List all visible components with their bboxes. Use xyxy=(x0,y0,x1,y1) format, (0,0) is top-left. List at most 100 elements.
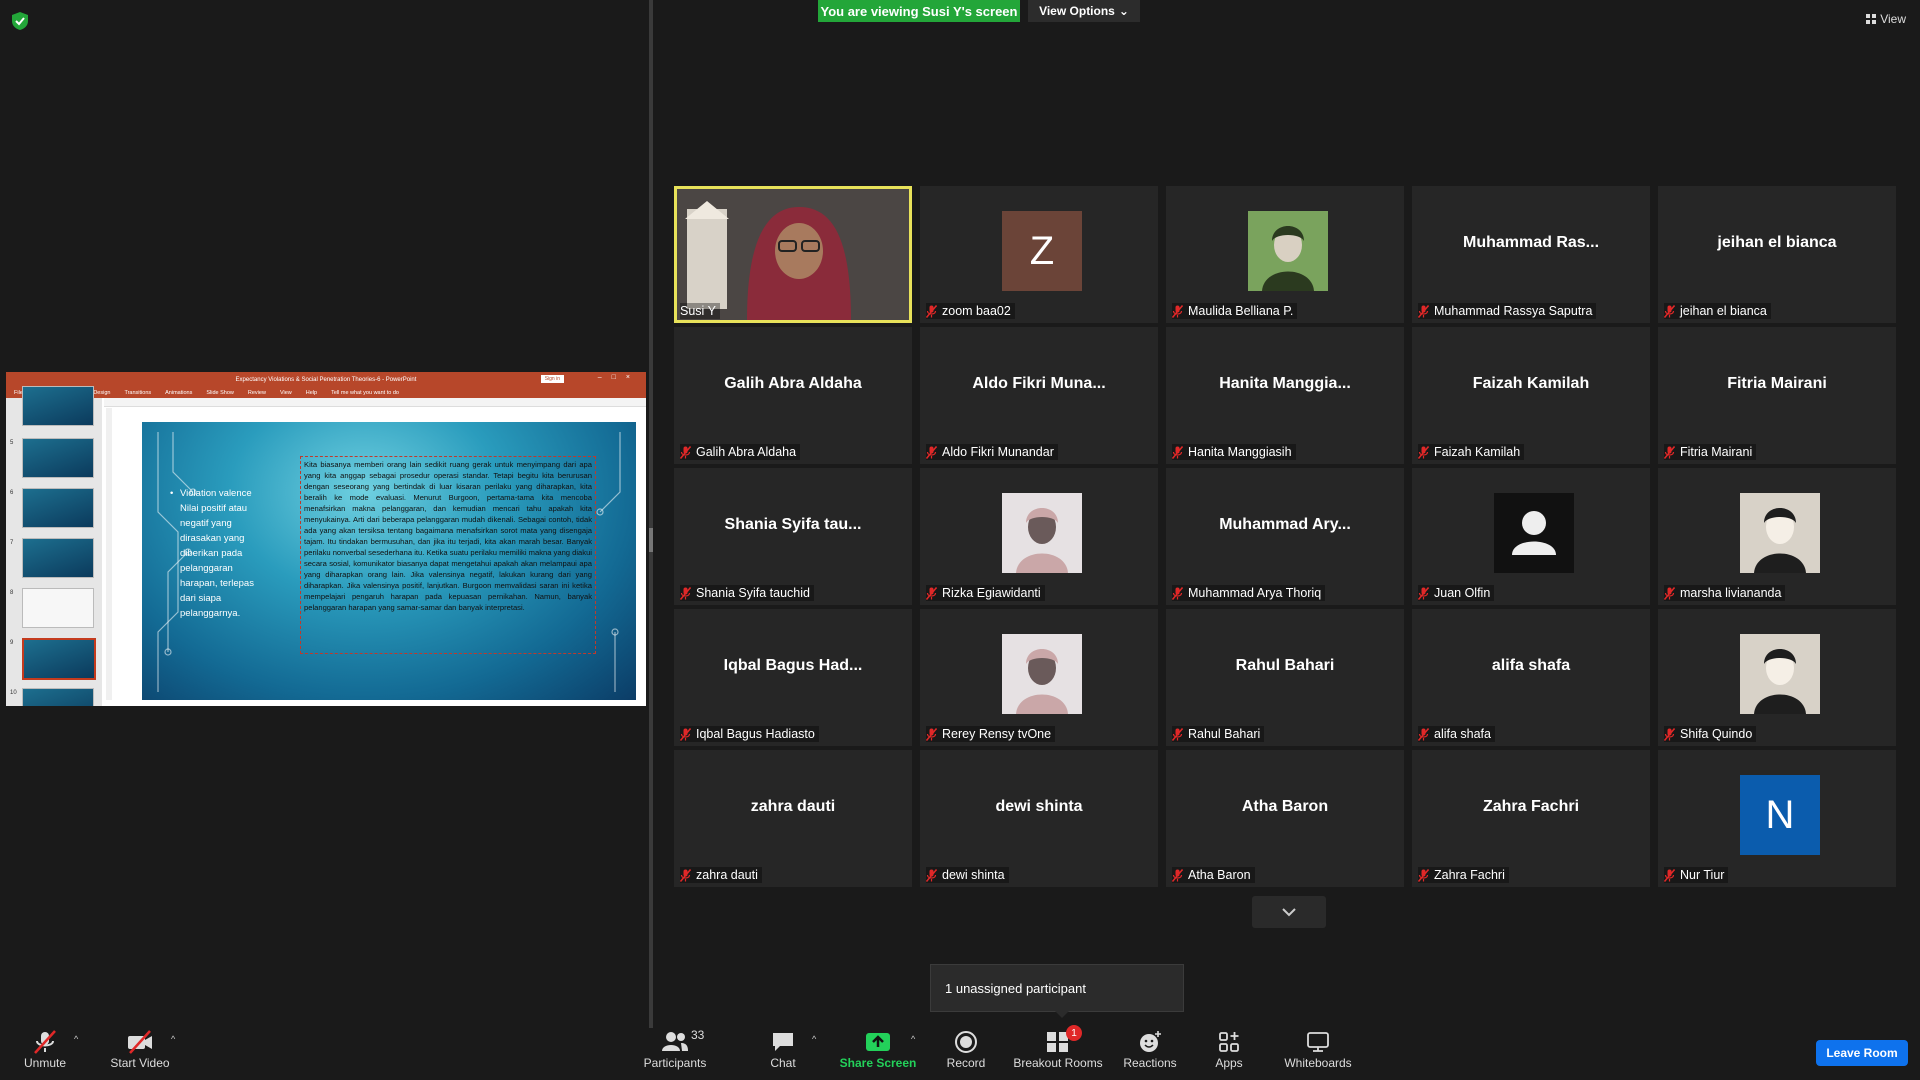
view-options-button[interactable]: View Options ⌄ xyxy=(1028,0,1140,22)
bullet-icon: • xyxy=(170,488,174,499)
participant-tile[interactable]: zahra dauti zahra dauti xyxy=(674,750,912,887)
participant-tile[interactable]: Maulida Belliana P. xyxy=(1166,186,1404,323)
participant-name-label: Faizah Kamilah xyxy=(1418,444,1525,460)
participant-tile[interactable]: Faizah Kamilah Faizah Kamilah xyxy=(1412,327,1650,464)
slide-number: 7 xyxy=(10,540,14,546)
view-button[interactable]: View xyxy=(1866,12,1906,26)
participant-name-label: Maulida Belliana P. xyxy=(1172,303,1298,319)
video-off-icon xyxy=(126,1028,154,1056)
participant-name: Susi Y xyxy=(680,304,716,318)
avatar-letter: N xyxy=(1740,775,1820,855)
participant-name: alifa shafa xyxy=(1434,727,1491,741)
participant-tile[interactable]: alifa shafa alifa shafa xyxy=(1412,609,1650,746)
record-button[interactable]: Record xyxy=(940,1028,992,1080)
breakout-rooms-label: Breakout Rooms xyxy=(1013,1056,1103,1070)
participant-name: Shania Syifa tauchid xyxy=(696,586,810,600)
participant-tile[interactable]: Susi Y xyxy=(674,186,912,323)
mic-muted-icon xyxy=(1418,868,1429,882)
participant-tile[interactable]: jeihan el bianca jeihan el bianca xyxy=(1658,186,1896,323)
participant-name-label: Aldo Fikri Munandar xyxy=(926,444,1058,460)
participant-tile[interactable]: marsha livianandа xyxy=(1658,468,1896,605)
participant-name: dewi shinta xyxy=(942,868,1005,882)
leave-room-button[interactable]: Leave Room xyxy=(1816,1040,1908,1066)
chevron-down-icon xyxy=(1282,908,1296,917)
ribbon-tab: View xyxy=(279,390,292,396)
panel-splitter[interactable] xyxy=(649,0,653,1028)
caret-up-icon[interactable]: ^ xyxy=(74,1034,78,1044)
participant-tile[interactable]: Muhammad Ary... Muhammad Arya Thoriq xyxy=(1166,468,1404,605)
whiteboard-icon xyxy=(1306,1028,1330,1056)
participant-tile[interactable]: Atha Baron Atha Baron xyxy=(1166,750,1404,887)
participants-button[interactable]: 33 Participants xyxy=(640,1028,710,1080)
profile-photo xyxy=(1740,634,1820,714)
participant-tile[interactable]: Fitria Mairani Fitria Mairani xyxy=(1658,327,1896,464)
bullet-content: Violation valence Nilai positif atau neg… xyxy=(180,488,254,619)
viewing-screen-banner: You are viewing Susi Y's screen xyxy=(818,0,1020,22)
participant-tile[interactable]: N Nur Tiur xyxy=(1658,750,1896,887)
ribbon-tab: Help xyxy=(305,390,318,396)
gallery-next-page-button[interactable] xyxy=(1252,896,1326,928)
participant-name: jeihan el bianca xyxy=(1680,304,1767,318)
participant-display-name: zahra dauti xyxy=(750,798,836,815)
unmute-button[interactable]: Unmute xyxy=(16,1028,74,1080)
participant-tile[interactable]: Juan Olfin xyxy=(1412,468,1650,605)
participant-tile[interactable]: Rahul Bahari Rahul Bahari xyxy=(1166,609,1404,746)
caret-up-icon[interactable]: ^ xyxy=(171,1034,175,1044)
share-screen-button[interactable]: Share Screen xyxy=(838,1028,918,1080)
mic-muted-icon xyxy=(680,868,691,882)
unmute-label: Unmute xyxy=(23,1056,67,1070)
participant-tile[interactable]: dewi shinta dewi shinta xyxy=(920,750,1158,887)
participant-tile[interactable]: Iqbal Bagus Had... Iqbal Bagus Hadiasto xyxy=(674,609,912,746)
reactions-button[interactable]: Reactions xyxy=(1120,1028,1180,1080)
participant-name: Maulida Belliana P. xyxy=(1188,304,1294,318)
mic-muted-icon xyxy=(926,445,937,459)
participant-name-label: Zahra Fachri xyxy=(1418,867,1509,883)
participant-tile[interactable]: Zahra Fachri Zahra Fachri xyxy=(1412,750,1650,887)
caret-up-icon[interactable]: ^ xyxy=(911,1034,915,1044)
ribbon-tab: Design xyxy=(93,390,111,396)
slide-thumbnail xyxy=(22,386,94,426)
participant-tile[interactable]: Rizka Egiawidanti xyxy=(920,468,1158,605)
participant-name: Zahra Fachri xyxy=(1434,868,1505,882)
participant-name-label: dewi shinta xyxy=(926,867,1009,883)
ruler xyxy=(104,398,646,407)
participant-tile[interactable]: Shifa Quindo xyxy=(1658,609,1896,746)
participant-tile[interactable]: Muhammad Ras... Muhammad Rassya Saputra xyxy=(1412,186,1650,323)
participant-display-name: Zahra Fachri xyxy=(1482,798,1580,815)
mic-muted-icon xyxy=(1664,586,1675,600)
apps-icon xyxy=(1218,1028,1240,1056)
participant-tile[interactable]: Galih Abra Aldaha Galih Abra Aldaha xyxy=(674,327,912,464)
whiteboards-button[interactable]: Whiteboards xyxy=(1282,1028,1354,1080)
mic-muted-icon xyxy=(1418,304,1429,318)
slide-body-textbox: Kita biasanya memberi orang lain sedikit… xyxy=(300,456,596,654)
participant-tile[interactable]: Shania Syifa tau... Shania Syifa tauchid xyxy=(674,468,912,605)
chat-button[interactable]: Chat xyxy=(762,1028,804,1080)
shared-screen[interactable]: Expectancy Violations & Social Penetrati… xyxy=(6,372,646,706)
mic-muted-icon xyxy=(1418,727,1429,741)
participant-display-name: Aldo Fikri Muna... xyxy=(972,375,1106,392)
slide-number: 8 xyxy=(10,590,14,596)
ribbon-tabs: FileHomeInsertDesignTransitionsAnimation… xyxy=(6,388,646,398)
participant-tile[interactable]: Rerey Rensy tvOne xyxy=(920,609,1158,746)
breakout-rooms-button[interactable]: 1 Breakout Rooms xyxy=(1012,1025,1104,1080)
participants-count: 33 xyxy=(691,1028,705,1042)
mic-muted-icon xyxy=(1172,304,1183,318)
start-video-button[interactable]: Start Video xyxy=(104,1028,176,1080)
participant-tile[interactable]: Zzoom baa02 xyxy=(920,186,1158,323)
participant-tile[interactable]: Hanita Manggia... Hanita Manggiasih xyxy=(1166,327,1404,464)
splitter-handle[interactable] xyxy=(649,528,653,552)
participant-display-name: Galih Abra Aldaha xyxy=(724,375,862,392)
participant-name: zoom baa02 xyxy=(942,304,1011,318)
apps-button[interactable]: Apps xyxy=(1210,1028,1248,1080)
participant-tile[interactable]: Aldo Fikri Muna... Aldo Fikri Munandar xyxy=(920,327,1158,464)
unassigned-participant-tooltip[interactable]: 1 unassigned participant xyxy=(930,964,1184,1018)
mic-muted-icon xyxy=(926,304,937,318)
slide-canvas: • Violation valence Nilai positif atau n… xyxy=(142,422,636,700)
mic-muted-icon xyxy=(1418,586,1429,600)
participant-name-label: zahra dauti xyxy=(680,867,762,883)
slide-thumbnail xyxy=(22,638,96,680)
participant-name-label: Nur Tiur xyxy=(1664,867,1729,883)
caret-up-icon[interactable]: ^ xyxy=(812,1034,816,1044)
security-shield-icon[interactable] xyxy=(12,12,28,30)
slide-thumbnail xyxy=(22,588,94,628)
